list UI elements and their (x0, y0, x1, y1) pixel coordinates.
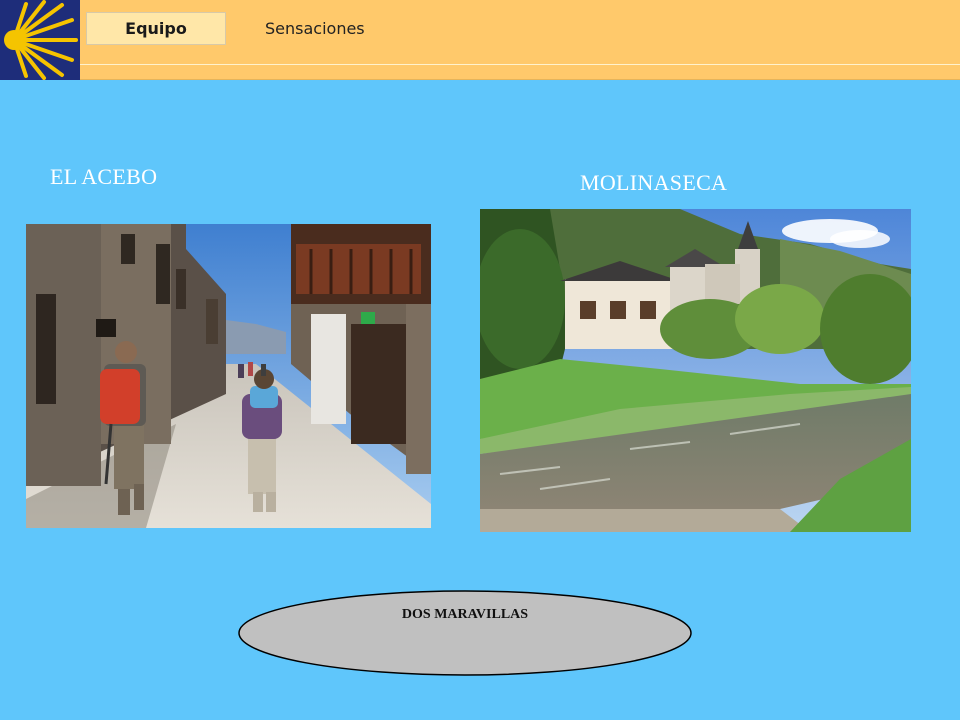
header-divider (80, 64, 960, 65)
scallop-shell-icon (0, 0, 80, 80)
header-bar: Equipo Sensaciones (0, 0, 960, 80)
photo-molinaseca (480, 209, 911, 532)
photo-el-acebo (26, 224, 431, 528)
oval-shape (238, 590, 692, 676)
caption-el-acebo: EL ACEBO (50, 164, 158, 189)
header-bottom-border (80, 79, 960, 80)
logo (0, 0, 80, 80)
dos-maravillas-oval: DOS MARAVILLAS (237, 589, 693, 677)
caption-molinaseca: MOLINASECA (580, 170, 728, 195)
tab-sensaciones[interactable]: Sensaciones (255, 12, 375, 45)
tab-equipo[interactable]: Equipo (86, 12, 226, 45)
oval-label: DOS MARAVILLAS (401, 607, 529, 622)
